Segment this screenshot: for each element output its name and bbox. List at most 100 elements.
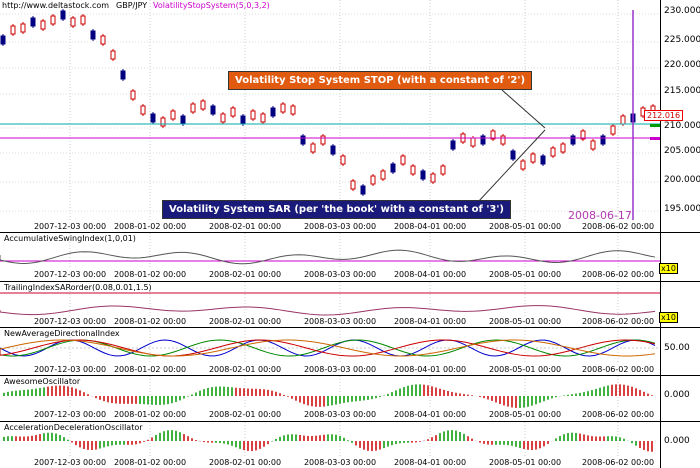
candle-body bbox=[590, 140, 596, 150]
candle-body bbox=[40, 20, 46, 30]
candle-body bbox=[160, 117, 166, 127]
xlab-3: 2008-03-03 00:00 bbox=[303, 222, 377, 231]
candle-body bbox=[440, 165, 446, 175]
candle-body bbox=[430, 173, 436, 183]
ac-level: 0.000 bbox=[664, 436, 690, 446]
asi-pane[interactable]: AccumulativeSwingIndex(1,0,01) x10 2007-… bbox=[0, 232, 700, 281]
candle-body bbox=[540, 155, 546, 165]
candle-body bbox=[500, 135, 506, 145]
candle-body bbox=[190, 103, 196, 113]
candle-body bbox=[290, 105, 296, 115]
candle-body bbox=[510, 150, 516, 160]
tis-xlab-0: 2007-12-03 00:00 bbox=[33, 317, 107, 326]
ylab-7: 195.000 bbox=[664, 204, 700, 214]
candle-body bbox=[480, 135, 486, 145]
candle-body bbox=[420, 170, 426, 180]
ac-xlab-5: 2008-05-01 00:00 bbox=[488, 458, 562, 467]
candle-body bbox=[280, 103, 286, 113]
candle-body bbox=[410, 165, 416, 175]
ao-xlab-6: 2008-06-02 00:00 bbox=[581, 410, 655, 419]
ylab-6: 200.000 bbox=[664, 175, 700, 185]
candle-body bbox=[250, 110, 256, 120]
candle-body bbox=[130, 90, 136, 100]
ao-pane[interactable]: AwesomeOscillator 0.000 2007-12-03 00:00… bbox=[0, 375, 700, 421]
tis-xlab-4: 2008-04-01 00:00 bbox=[393, 317, 467, 326]
ao-xlab-2: 2008-02-01 00:00 bbox=[208, 410, 282, 419]
xlab-5: 2008-05-01 00:00 bbox=[488, 222, 562, 231]
adx-xlab-0: 2007-12-03 00:00 bbox=[33, 365, 107, 374]
candle-body bbox=[30, 17, 36, 27]
asi-xlab-4: 2008-04-01 00:00 bbox=[393, 270, 467, 279]
candle-body bbox=[240, 115, 246, 125]
asi-xlab-2: 2008-02-01 00:00 bbox=[208, 270, 282, 279]
sar-marker bbox=[650, 124, 660, 127]
candle-body bbox=[610, 125, 616, 135]
adx-xlab-6: 2008-06-02 00:00 bbox=[581, 365, 655, 374]
candle-body bbox=[50, 15, 56, 25]
tis-xlab-3: 2008-03-03 00:00 bbox=[303, 317, 377, 326]
ylab-3: 215.000 bbox=[664, 86, 700, 96]
price-chart bbox=[0, 0, 660, 220]
xlab-1: 2008-01-02 00:00 bbox=[113, 222, 187, 231]
callout-stop: Volatility Stop System STOP (with a cons… bbox=[228, 71, 533, 90]
candle-body bbox=[140, 105, 146, 115]
adx-xlab-5: 2008-05-01 00:00 bbox=[488, 365, 562, 374]
tis-xlab-5: 2008-05-01 00:00 bbox=[488, 317, 562, 326]
ac-xlab-6: 2008-06-02 00:00 bbox=[581, 458, 655, 467]
adx-pane[interactable]: NewAverageDirectionalIndex 50.00 2007-12… bbox=[0, 327, 700, 375]
highlight-date: 2008-06-17 bbox=[568, 209, 632, 222]
candle-body bbox=[90, 30, 96, 40]
candle-body bbox=[70, 17, 76, 27]
adx-xlab-1: 2008-01-02 00:00 bbox=[113, 365, 187, 374]
candle-body bbox=[20, 23, 26, 33]
ac-xlab-3: 2008-03-03 00:00 bbox=[303, 458, 377, 467]
xlab-0: 2007-12-03 00:00 bbox=[33, 222, 107, 231]
xlab-6: 2008-06-02 00:00 bbox=[581, 222, 655, 231]
candle-body bbox=[110, 50, 116, 60]
candle-body bbox=[620, 115, 626, 125]
candle-body bbox=[120, 70, 126, 80]
candle-body bbox=[330, 145, 336, 155]
price-pane[interactable]: http://www.deltastock.com GBP/JPY Volati… bbox=[0, 0, 700, 232]
candle-body bbox=[520, 160, 526, 170]
stop-marker bbox=[650, 137, 660, 140]
ac-xlab-1: 2008-01-02 00:00 bbox=[113, 458, 187, 467]
ac-pane[interactable]: AccelerationDecelerationOscillator 0.000… bbox=[0, 421, 700, 468]
current-price-tag: 212.016 bbox=[644, 110, 684, 121]
candle-body bbox=[400, 155, 406, 165]
candle-body bbox=[370, 175, 376, 185]
candle-body bbox=[320, 135, 326, 145]
asi-line bbox=[0, 249, 656, 265]
ylab-0: 230.000 bbox=[664, 6, 700, 16]
candle-body bbox=[600, 135, 606, 145]
candle-body bbox=[360, 185, 366, 195]
candle-body bbox=[450, 140, 456, 150]
ylab-1: 225.000 bbox=[664, 35, 700, 45]
candle-body bbox=[470, 137, 476, 147]
tis-pane[interactable]: TrailingIndexSARorder(0.08,0.01,1.5) x10… bbox=[0, 281, 700, 327]
tis-line bbox=[0, 305, 656, 316]
ao-xlab-3: 2008-03-03 00:00 bbox=[303, 410, 377, 419]
candle-body bbox=[530, 153, 536, 163]
candle-body bbox=[200, 100, 206, 110]
callout-sar-pointer bbox=[477, 129, 546, 203]
asi-badge: x10 bbox=[659, 263, 678, 274]
candle-body bbox=[180, 115, 186, 125]
candle-body bbox=[300, 135, 306, 145]
candle-body bbox=[310, 143, 316, 153]
candle-body bbox=[170, 110, 176, 120]
adx-title: NewAverageDirectionalIndex bbox=[4, 329, 120, 338]
ao-xlab-0: 2007-12-03 00:00 bbox=[33, 410, 107, 419]
ylab-2: 220.000 bbox=[664, 60, 700, 70]
adx-level: 50.00 bbox=[664, 343, 690, 353]
ao-xlab-4: 2008-04-01 00:00 bbox=[393, 410, 467, 419]
callout-stop-pointer bbox=[501, 89, 546, 129]
tis-title: TrailingIndexSARorder(0.08,0.01,1.5) bbox=[4, 283, 152, 292]
candle-body bbox=[570, 135, 576, 145]
site-url[interactable]: http://www.deltastock.com bbox=[2, 1, 109, 10]
ac-xlab-2: 2008-02-01 00:00 bbox=[208, 458, 282, 467]
tis-xlab-6: 2008-06-02 00:00 bbox=[581, 317, 655, 326]
ac-xlab-4: 2008-04-01 00:00 bbox=[393, 458, 467, 467]
candle-body bbox=[560, 143, 566, 153]
candle-body bbox=[380, 170, 386, 180]
